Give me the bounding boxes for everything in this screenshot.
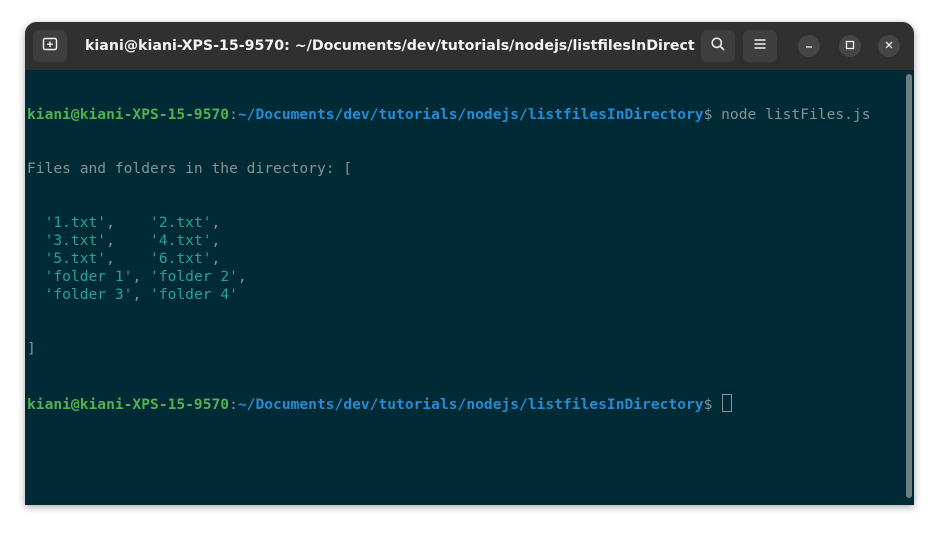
- titlebar: kiani@kiani-XPS-15-9570: ~/Documents/dev…: [25, 22, 914, 70]
- terminal-window: kiani@kiani-XPS-15-9570: ~/Documents/dev…: [25, 22, 914, 505]
- terminal-output: kiani@kiani-XPS-15-9570:~/Documents/dev/…: [27, 70, 871, 448]
- file-entry: '6.txt': [150, 250, 212, 267]
- menu-button[interactable]: [743, 30, 777, 62]
- file-entry: '3.txt': [44, 232, 107, 249]
- prompt-colon: :: [229, 106, 238, 123]
- prompt-path: ~/Documents/dev/tutorials/nodejs/listfil…: [237, 396, 704, 413]
- maximize-icon: [845, 37, 855, 55]
- prompt-user: kiani@kiani-XPS-15-9570: [27, 106, 230, 123]
- separator: ,: [211, 250, 221, 267]
- file-entry: '2.txt': [150, 214, 212, 231]
- search-button[interactable]: [701, 30, 735, 62]
- scrollbar[interactable]: [906, 74, 912, 498]
- file-entry: 'folder 4': [150, 286, 238, 303]
- new-tab-icon: [42, 36, 58, 57]
- separator: ,: [106, 250, 151, 267]
- maximize-button[interactable]: [839, 35, 861, 57]
- prompt-symbol: $: [703, 396, 722, 413]
- array-row: '3.txt', '4.txt',: [27, 232, 871, 250]
- array-row: 'folder 1', 'folder 2',: [27, 268, 871, 286]
- window-title: kiani@kiani-XPS-15-9570: ~/Documents/dev…: [85, 38, 695, 54]
- file-entry: 'folder 1': [44, 268, 133, 285]
- separator: ,: [132, 268, 151, 285]
- separator: ,: [211, 214, 221, 231]
- prompt-symbol: $: [703, 106, 722, 123]
- array-output: '1.txt', '2.txt', '3.txt', '4.txt', '5.t…: [27, 214, 871, 304]
- array-row: 'folder 3', 'folder 4': [27, 286, 871, 304]
- array-row: '5.txt', '6.txt',: [27, 250, 871, 268]
- search-icon: [710, 36, 726, 57]
- minimize-button[interactable]: [798, 35, 820, 57]
- output-footer: ]: [27, 340, 36, 357]
- separator: ,: [132, 286, 151, 303]
- array-row: '1.txt', '2.txt',: [27, 214, 871, 232]
- command-line: kiani@kiani-XPS-15-9570:~/Documents/dev/…: [27, 106, 871, 124]
- minimize-icon: [804, 37, 814, 55]
- close-icon: [884, 37, 894, 55]
- output-header: Files and folders in the directory: [: [27, 160, 353, 177]
- prompt-user: kiani@kiani-XPS-15-9570: [27, 396, 230, 413]
- command-text: node listFiles.js: [721, 106, 871, 123]
- prompt-colon: :: [229, 396, 238, 413]
- file-entry: '1.txt': [44, 214, 107, 231]
- prompt-path: ~/Documents/dev/tutorials/nodejs/listfil…: [237, 106, 704, 123]
- hamburger-menu-icon: [753, 37, 767, 56]
- file-entry: 'folder 3': [44, 286, 133, 303]
- separator: ,: [237, 268, 247, 285]
- separator: ,: [211, 232, 221, 249]
- separator: ,: [106, 214, 151, 231]
- file-entry: '5.txt': [44, 250, 107, 267]
- close-button[interactable]: [878, 35, 900, 57]
- active-prompt-line: kiani@kiani-XPS-15-9570:~/Documents/dev/…: [27, 394, 871, 413]
- separator: ,: [106, 232, 151, 249]
- file-entry: 'folder 2': [150, 268, 238, 285]
- terminal-area[interactable]: kiani@kiani-XPS-15-9570:~/Documents/dev/…: [25, 70, 914, 505]
- file-entry: '4.txt': [150, 232, 212, 249]
- new-tab-button[interactable]: [33, 30, 67, 62]
- text-cursor: [722, 394, 733, 412]
